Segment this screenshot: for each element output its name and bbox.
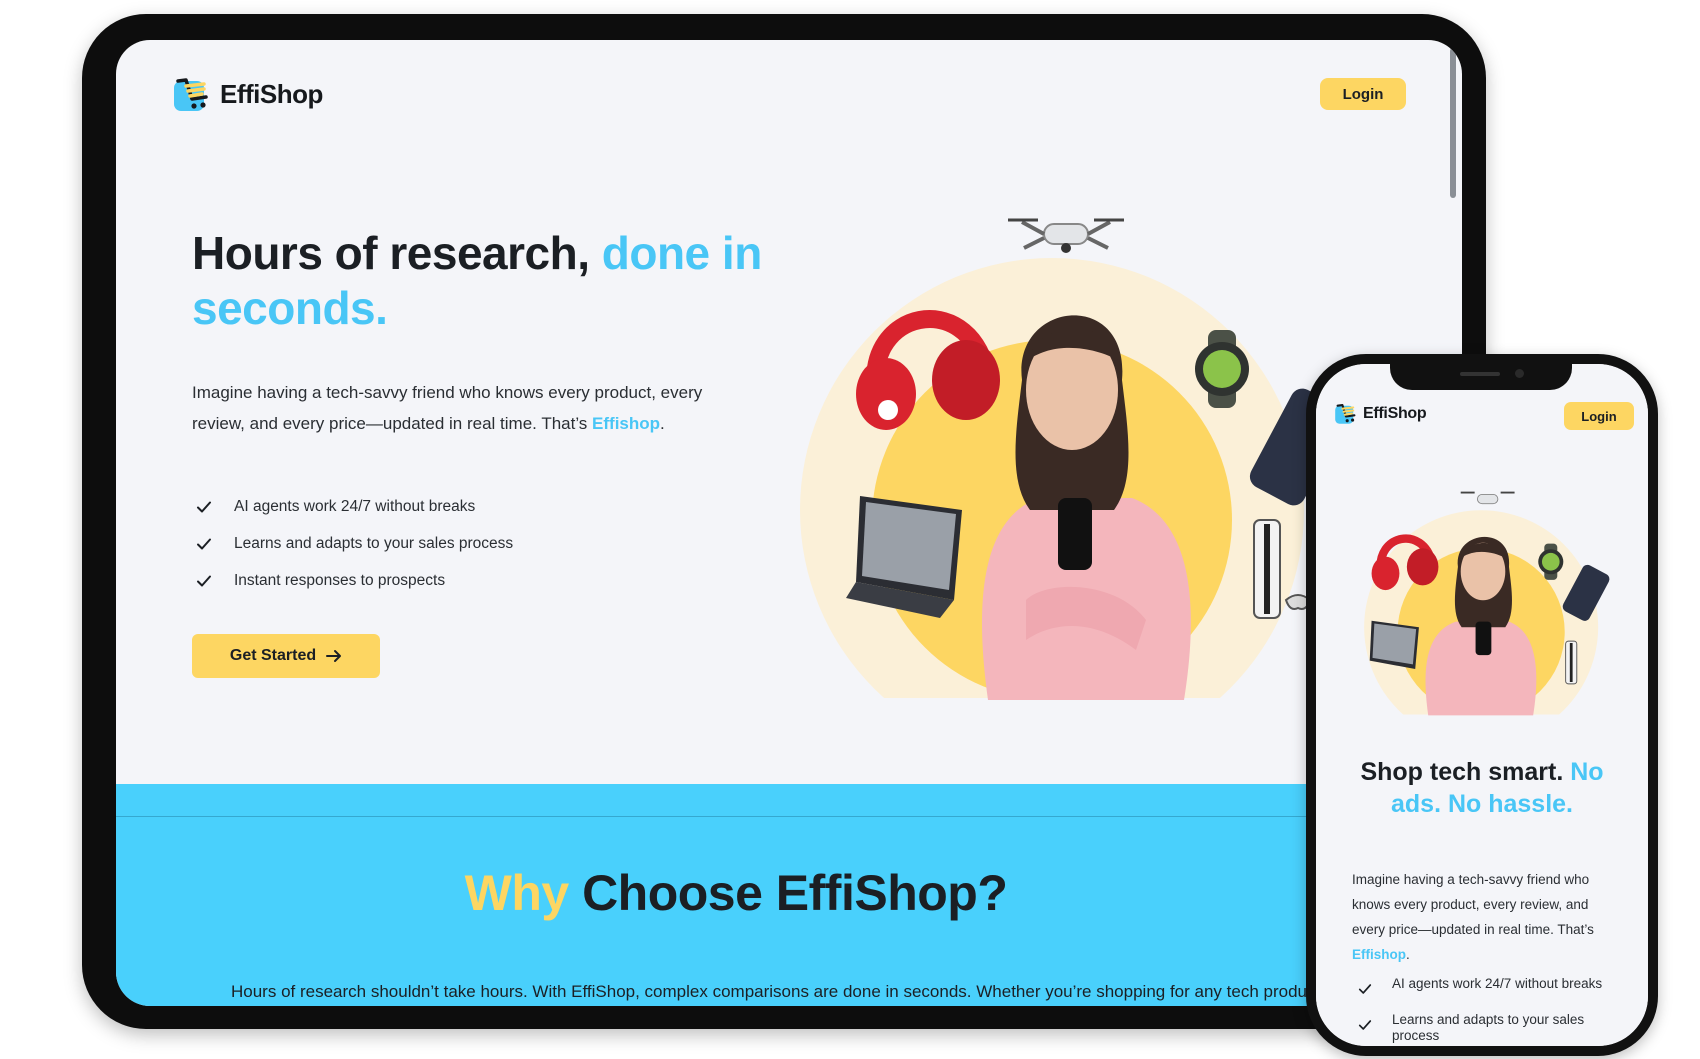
phone-screen: EffiShop Login Shop tech smart. No ads. … (1316, 364, 1648, 1046)
check-icon (197, 575, 211, 586)
why-title-accent: Why (464, 865, 570, 921)
login-button[interactable]: Login (1320, 78, 1406, 110)
phone-hero-description: Imagine having a tech-savvy friend who k… (1352, 867, 1614, 967)
why-title-main: Choose EffiShop? (568, 865, 1008, 921)
why-section: Why Choose EffiShop? Hours of research s… (116, 784, 1462, 1006)
phone-device-frame: EffiShop Login Shop tech smart. No ads. … (1306, 354, 1658, 1056)
feature-text: AI agents work 24/7 without breaks (1392, 976, 1603, 991)
phone-logo-text: EffiShop (1363, 404, 1427, 422)
laptop-icon (1369, 620, 1419, 669)
drone-icon (1460, 491, 1515, 505)
phone-description-main: Imagine having a tech-savvy friend who k… (1352, 872, 1594, 937)
feature-text: Instant responses to prospects (234, 571, 446, 589)
scrollbar[interactable] (1450, 48, 1456, 198)
phone-site-logo[interactable]: EffiShop (1334, 402, 1427, 425)
phone-feature-list: AI agents work 24/7 without breaks Learn… (1352, 976, 1614, 1046)
feature-item: Learns and adapts to your sales process (1352, 1012, 1614, 1044)
feature-text: Learns and adapts to your sales process (234, 534, 514, 552)
phone-effishop-link[interactable]: Effishop (1352, 947, 1406, 962)
check-icon (197, 501, 211, 512)
feature-item: Instant responses to prospects (192, 562, 513, 599)
feature-item: AI agents work 24/7 without breaks (192, 488, 513, 525)
feature-list: AI agents work 24/7 without breaks Learn… (192, 488, 513, 599)
phone-login-button[interactable]: Login (1564, 402, 1634, 430)
feature-item: AI agents work 24/7 without breaks (1352, 976, 1614, 996)
tablet-screen: EffiShop Login Hours of research, done i… (116, 40, 1462, 1006)
notch-speaker (1460, 372, 1500, 376)
hero-title: Hours of research, done in seconds. (192, 226, 832, 336)
hero-description-end: . (660, 414, 665, 433)
phone-hero-illustration (1353, 491, 1613, 734)
feature-item: Learns and adapts to your sales process (192, 525, 513, 562)
drone-icon (1008, 218, 1124, 253)
check-icon (1358, 1020, 1372, 1030)
laptop-icon (846, 496, 962, 618)
phone-notch (1390, 364, 1572, 390)
logo-cart-icon (174, 78, 208, 111)
hero-title-main: Hours of research, (192, 227, 602, 279)
check-icon (197, 538, 211, 549)
notch-camera (1515, 369, 1524, 378)
section-divider (116, 816, 1462, 817)
feature-text: Learns and adapts to your sales process (1392, 1012, 1585, 1043)
site-logo[interactable]: EffiShop (172, 75, 323, 113)
hero-description: Imagine having a tech-savvy friend who k… (192, 377, 752, 439)
get-started-label: Get Started (229, 647, 317, 664)
why-description: Hours of research shouldn’t take hours. … (231, 982, 1321, 1001)
phone-description-end: . (1406, 947, 1410, 962)
why-title: Why Choose EffiShop? (116, 864, 1356, 922)
effishop-link[interactable]: Effishop (592, 414, 660, 433)
console-icon (1565, 640, 1578, 685)
hero-illustration (776, 218, 1336, 740)
phone-hero-title: Shop tech smart. No ads. No hassle. (1336, 756, 1628, 820)
check-icon (1358, 984, 1372, 994)
logo-text: EffiShop (220, 78, 323, 109)
phone-title-main: Shop tech smart. (1360, 758, 1571, 786)
feature-text: AI agents work 24/7 without breaks (234, 497, 476, 515)
get-started-button[interactable]: Get Started (192, 634, 380, 678)
logo-cart-icon (1335, 404, 1356, 424)
tablet-device-frame: EffiShop Login Hours of research, done i… (82, 14, 1486, 1029)
arrow-right-icon (326, 650, 342, 662)
